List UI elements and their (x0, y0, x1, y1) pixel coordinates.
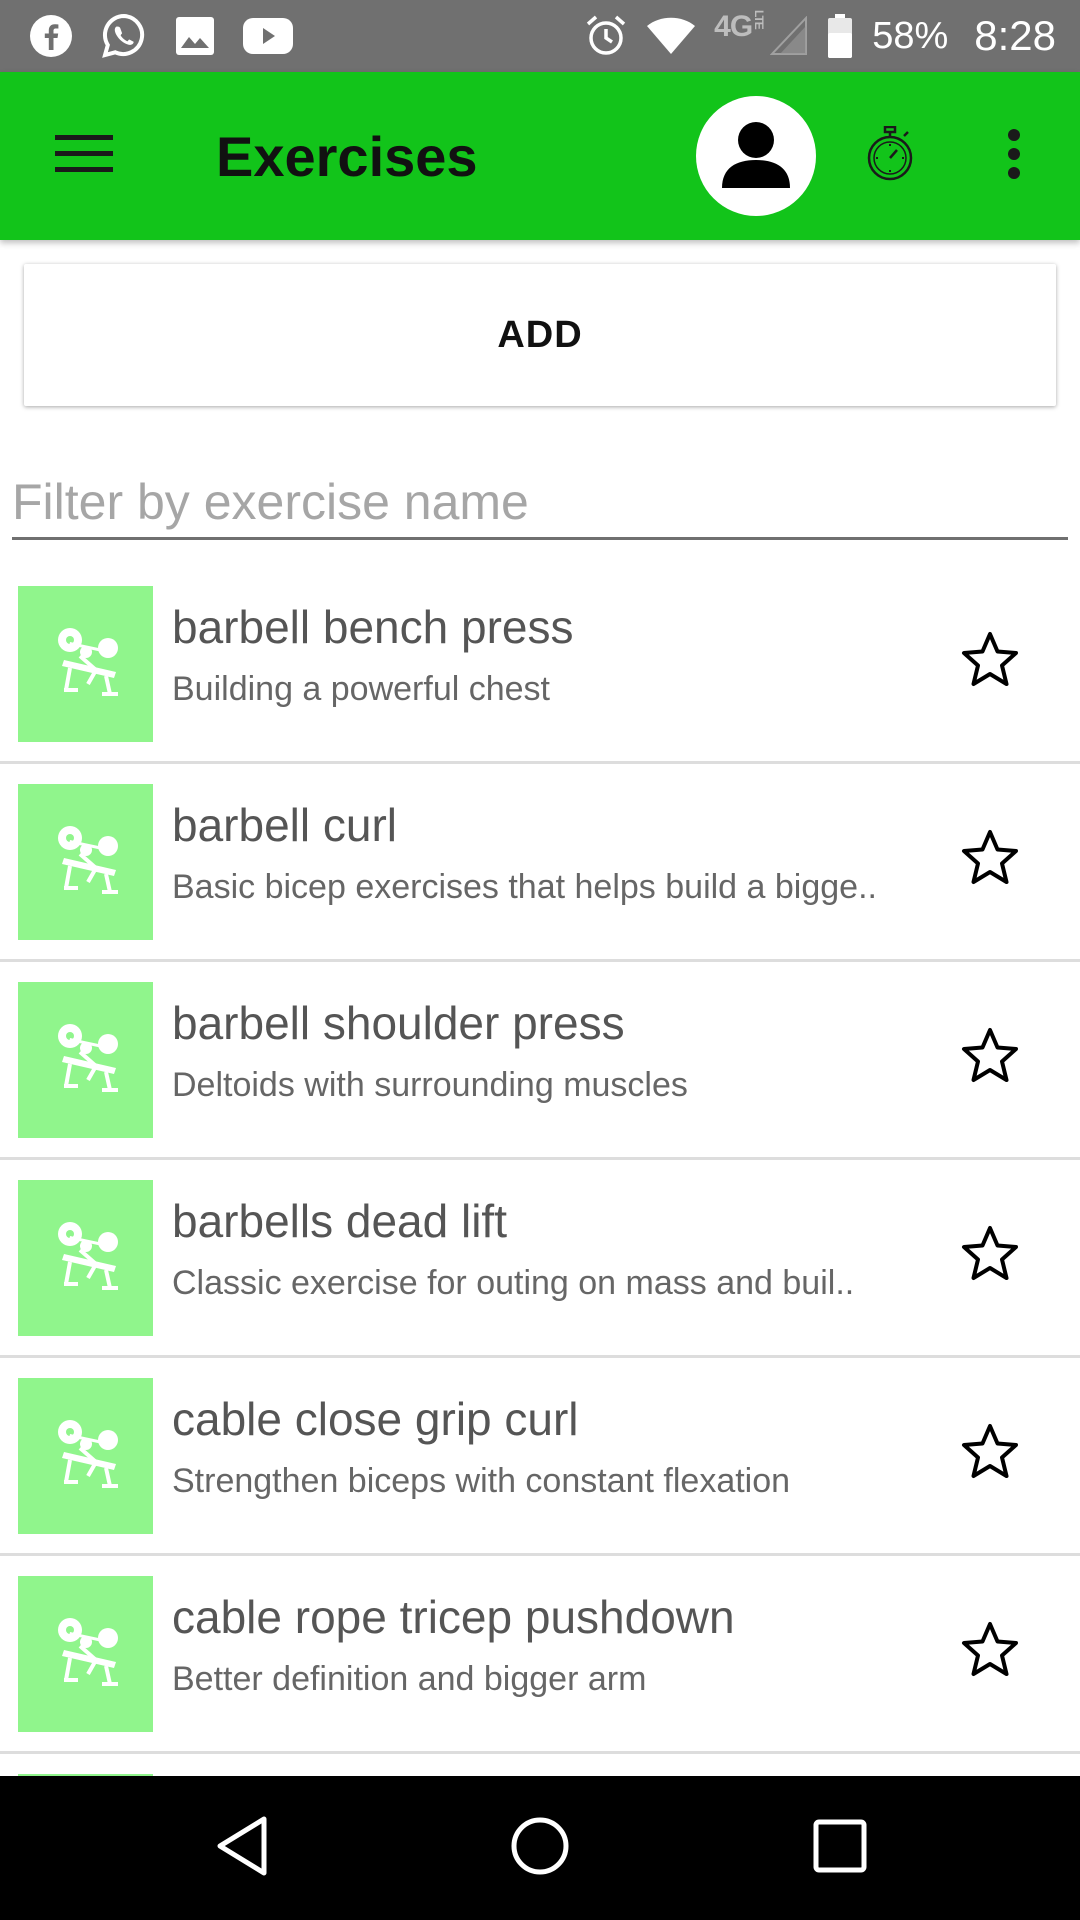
exercise-list-item[interactable]: barbell bench press Building a powerful c… (0, 566, 1080, 764)
add-exercise-button[interactable]: ADD (24, 264, 1056, 406)
stopwatch-button[interactable] (850, 116, 930, 196)
back-icon (214, 1815, 270, 1882)
home-icon (509, 1815, 571, 1882)
bench-press-icon (44, 1020, 128, 1101)
nav-recents-button[interactable] (798, 1806, 882, 1890)
exercise-list-item[interactable]: barbell curl Basic bicep exercises that h… (0, 764, 1080, 962)
exercise-thumbnail (18, 586, 153, 742)
page-title: Exercises (216, 124, 478, 188)
status-time: 8:28 (974, 12, 1056, 59)
recents-icon (812, 1818, 868, 1879)
exercise-title: barbells dead lift (172, 1195, 507, 1247)
avatar[interactable] (696, 96, 816, 216)
exercise-list-item[interactable]: barbells dead lift Classic exercise for o… (0, 1160, 1080, 1358)
system-status-icons: 4G LTE 58% 8:28 (584, 0, 1056, 72)
exercise-title: barbell curl (172, 799, 397, 851)
exercise-thumbnail (18, 784, 153, 940)
bench-press-icon (44, 1614, 128, 1695)
notification-icons (28, 0, 294, 72)
favorite-button[interactable] (955, 824, 1025, 894)
stopwatch-icon (864, 125, 916, 187)
alarm-icon (584, 14, 628, 58)
menu-icon (55, 133, 113, 180)
menu-button[interactable] (36, 112, 132, 200)
avatar-icon (716, 114, 796, 199)
bench-press-icon (44, 1416, 128, 1497)
status-bar: 4G LTE 58% 8:28 (0, 0, 1080, 72)
exercise-description: Strengthen biceps with constant flexatio… (172, 1462, 791, 1500)
bench-press-icon (44, 822, 128, 903)
filter-input[interactable] (12, 466, 1068, 540)
exercise-list-item[interactable] (0, 1754, 1080, 1776)
exercise-list: barbell bench press Building a powerful c… (0, 566, 1080, 1776)
whatsapp-icon (100, 12, 148, 60)
exercise-description: Classic exercise for outing on mass and … (172, 1264, 855, 1302)
exercise-title: cable rope tricep pushdown (172, 1591, 735, 1643)
exercise-title: barbell shoulder press (172, 997, 625, 1049)
wifi-icon (646, 16, 696, 56)
exercise-thumbnail (18, 1180, 153, 1336)
exercise-list-item[interactable]: cable rope tricep pushdown Better definit… (0, 1556, 1080, 1754)
nav-back-button[interactable] (200, 1806, 284, 1890)
exercise-description: Building a powerful chest (172, 670, 551, 708)
favorite-button[interactable] (955, 1022, 1025, 1092)
exercise-list-item[interactable]: barbell shoulder press Deltoids with surr… (0, 962, 1080, 1160)
app-screen: 4G LTE 58% 8:28 Exercises ADD Filter by … (0, 0, 1080, 1920)
image-icon (174, 15, 216, 57)
favorite-button[interactable] (955, 1220, 1025, 1290)
exercise-title: cable close grip curl (172, 1393, 579, 1445)
star-outline-icon (960, 630, 1020, 693)
nav-home-button[interactable] (498, 1806, 582, 1890)
star-outline-icon (960, 1026, 1020, 1089)
star-outline-icon (960, 1224, 1020, 1287)
exercise-thumbnail (18, 1576, 153, 1732)
exercise-list-item[interactable]: cable close grip curl Strengthen biceps w… (0, 1358, 1080, 1556)
battery-icon (826, 13, 854, 59)
exercise-description: Better definition and bigger arm (172, 1660, 647, 1698)
star-outline-icon (960, 1422, 1020, 1485)
exercise-description: Basic bicep exercises that helps build a… (172, 868, 877, 906)
exercise-description: Deltoids with surrounding muscles (172, 1066, 688, 1104)
bench-press-icon (44, 1218, 128, 1299)
youtube-icon (242, 16, 294, 56)
cell-signal-icon (770, 16, 808, 56)
facebook-icon (28, 13, 74, 59)
star-outline-icon (960, 1620, 1020, 1683)
network-type-label: 4G LTE (714, 10, 767, 43)
star-outline-icon (960, 828, 1020, 891)
app-bar: Exercises (0, 72, 1080, 240)
navigation-bar (0, 1776, 1080, 1920)
battery-percent: 58% (872, 14, 949, 57)
favorite-button[interactable] (955, 1616, 1025, 1686)
exercise-thumbnail (18, 982, 153, 1138)
exercise-thumbnail (18, 1378, 153, 1534)
exercise-title: barbell bench press (172, 601, 574, 653)
more-vert-icon (1007, 128, 1021, 185)
favorite-button[interactable] (955, 1418, 1025, 1488)
favorite-button[interactable] (955, 626, 1025, 696)
more-options-button[interactable] (982, 116, 1046, 196)
bench-press-icon (44, 624, 128, 705)
